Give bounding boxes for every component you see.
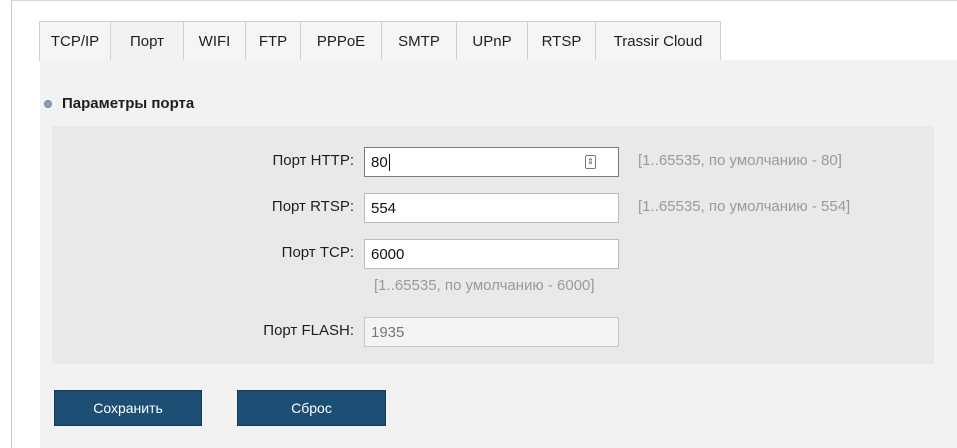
http-port-input[interactable]: 80 ⇕ bbox=[364, 147, 619, 177]
rtsp-port-input[interactable]: 554 bbox=[364, 193, 619, 223]
tab-label: RTSP bbox=[541, 32, 582, 50]
tab-ftp[interactable]: FTP bbox=[246, 21, 301, 61]
reset-button[interactable]: Сброс bbox=[237, 390, 386, 426]
flash-port-input: 1935 bbox=[364, 317, 619, 347]
rtsp-port-label: Порт RTSP: bbox=[271, 198, 354, 215]
tab-label: FTP bbox=[258, 32, 288, 50]
text-cursor bbox=[388, 153, 390, 171]
section-title: Параметры порта bbox=[62, 95, 195, 112]
tab-upnp[interactable]: UPnP bbox=[457, 21, 528, 61]
tab-bar: TCP/IP Порт WIFI FTP PPPoE SMTP UPnP RTS… bbox=[39, 21, 721, 61]
spinner-icon[interactable]: ⇕ bbox=[585, 155, 596, 169]
tab-label: Trassir Cloud bbox=[613, 32, 703, 50]
flash-port-value: 1935 bbox=[371, 323, 405, 341]
http-port-label: Порт HTTP: bbox=[272, 152, 354, 169]
tab-port[interactable]: Порт bbox=[111, 21, 184, 61]
http-port-hint: [1..65535, по умолчанию - 80] bbox=[638, 152, 842, 169]
tab-trassir-cloud[interactable]: Trassir Cloud bbox=[596, 21, 721, 61]
save-button[interactable]: Сохранить bbox=[54, 390, 202, 426]
tab-label: Порт bbox=[129, 32, 164, 50]
tcp-port-label: Порт TCP: bbox=[281, 244, 354, 261]
tab-tcpip[interactable]: TCP/IP bbox=[39, 21, 111, 61]
tab-label: PPPoE bbox=[316, 32, 366, 50]
tab-label: SMTP bbox=[398, 32, 440, 50]
tcp-port-hint: [1..65535, по умолчанию - 6000] bbox=[374, 277, 595, 294]
section-header: Параметры порта bbox=[44, 95, 194, 112]
tab-label: WIFI bbox=[198, 32, 231, 50]
tab-label: TCP/IP bbox=[50, 32, 100, 50]
tcp-port-input[interactable]: 6000 bbox=[364, 239, 619, 269]
tcp-port-value: 6000 bbox=[371, 245, 405, 263]
rtsp-port-value: 554 bbox=[371, 199, 397, 217]
tab-wifi[interactable]: WIFI bbox=[184, 21, 246, 61]
bullet-icon bbox=[44, 99, 52, 108]
tab-rtsp[interactable]: RTSP bbox=[528, 21, 596, 61]
rtsp-port-hint: [1..65535, по умолчанию - 554] bbox=[638, 198, 851, 215]
tab-smtp[interactable]: SMTP bbox=[382, 21, 457, 61]
tab-pppoe[interactable]: PPPoE bbox=[301, 21, 382, 61]
tab-label: UPnP bbox=[472, 32, 512, 50]
http-port-value: 80 bbox=[371, 153, 388, 171]
flash-port-label: Порт FLASH: bbox=[263, 322, 354, 339]
